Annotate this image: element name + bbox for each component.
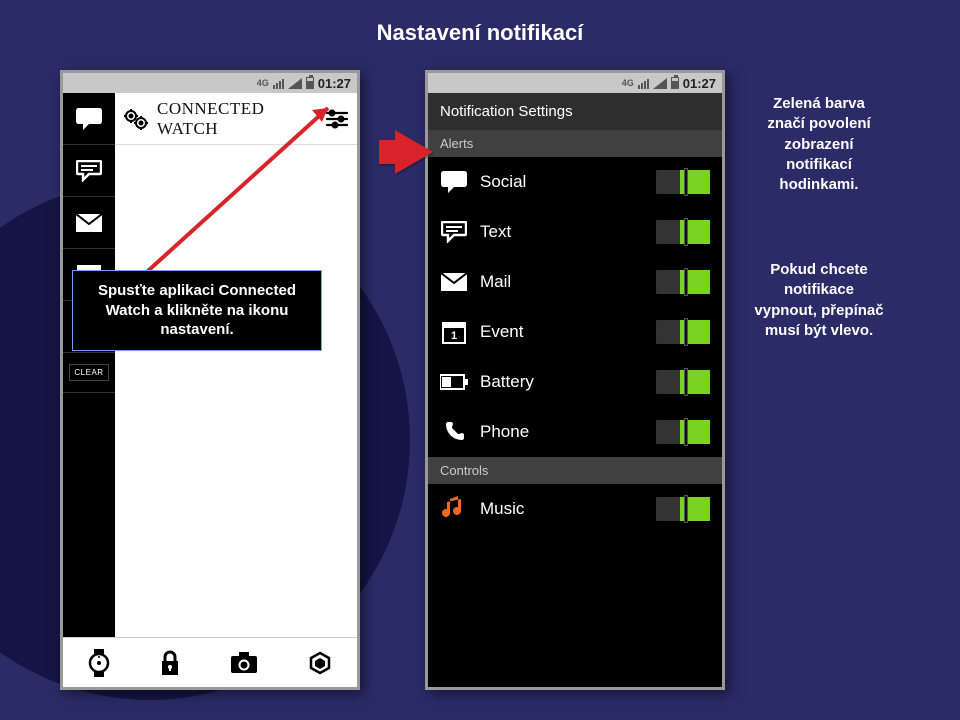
row-battery: Battery <box>428 357 722 407</box>
mail-icon <box>440 273 468 291</box>
phone-connected-watch: 4G 01:27 1 <box>60 70 360 690</box>
phone-icon <box>440 420 468 444</box>
sidebar-item-text[interactable] <box>63 145 115 197</box>
wifi-icon <box>653 78 667 89</box>
note-green-on: Zelená barva značí povolení zobrazení no… <box>754 94 884 195</box>
toggle-event[interactable] <box>656 320 710 344</box>
sidebar-item-mail[interactable] <box>63 197 115 249</box>
row-mail: Mail <box>428 257 722 307</box>
row-text: Text <box>428 207 722 257</box>
note-switch-off: Pokud chcete notifikace vypnout, přepína… <box>754 260 884 341</box>
row-label: Mail <box>480 272 644 292</box>
row-label: Battery <box>480 372 644 392</box>
clock: 01:27 <box>683 76 716 91</box>
battery-icon <box>440 374 468 390</box>
battery-status-icon <box>671 77 679 89</box>
gear-icon[interactable] <box>123 108 149 130</box>
sidebar-item-social[interactable] <box>63 93 115 145</box>
camera-icon[interactable] <box>230 652 258 674</box>
chat-icon <box>76 108 102 130</box>
wifi-icon <box>288 78 302 89</box>
svg-text:1: 1 <box>451 330 457 342</box>
network-label: 4G <box>622 78 634 88</box>
toggle-text[interactable] <box>656 220 710 244</box>
toggle-phone[interactable] <box>656 420 710 444</box>
sms-icon <box>76 160 102 182</box>
clear-label: CLEAR <box>69 364 108 381</box>
screen-title: Notification Settings <box>428 93 722 130</box>
red-arrow-icon <box>395 130 433 174</box>
toggle-social[interactable] <box>656 170 710 194</box>
phone-notification-settings: 4G 01:27 Notification Settings Alerts So… <box>425 70 725 690</box>
network-label: 4G <box>257 78 269 88</box>
row-label: Event <box>480 322 644 342</box>
sidebar-clear-button[interactable]: CLEAR <box>63 353 115 393</box>
battery-status-icon <box>306 77 314 89</box>
chat-icon <box>440 171 468 193</box>
row-phone: Phone <box>428 407 722 457</box>
row-social: Social <box>428 157 722 207</box>
sidebar: 1 CLEAR <box>63 93 115 637</box>
calendar-icon: 1 <box>440 320 468 344</box>
sms-icon <box>440 221 468 243</box>
signal-icon <box>638 77 649 89</box>
app-title: CONNECTED WATCH <box>157 99 317 139</box>
watch-icon[interactable] <box>88 649 110 677</box>
page-title: Nastavení notifikací <box>0 20 960 46</box>
settings-sliders-icon[interactable] <box>325 109 349 129</box>
signal-icon <box>273 77 284 89</box>
status-bar: 4G 01:27 <box>428 73 722 93</box>
row-label: Music <box>480 499 644 519</box>
music-icon <box>440 496 468 522</box>
bottom-nav <box>63 637 357 687</box>
toggle-music[interactable] <box>656 497 710 521</box>
status-bar: 4G 01:27 <box>63 73 357 93</box>
toggle-battery[interactable] <box>656 370 710 394</box>
toggle-mail[interactable] <box>656 270 710 294</box>
row-label: Phone <box>480 422 644 442</box>
clock: 01:27 <box>318 76 351 91</box>
hex-icon[interactable] <box>308 651 332 675</box>
row-music: Music <box>428 484 722 534</box>
lock-icon[interactable] <box>160 650 180 676</box>
section-header-alerts: Alerts <box>428 130 722 157</box>
row-label: Social <box>480 172 644 192</box>
callout-open-settings: Spusťte aplikaci Connected Watch a klikn… <box>72 270 322 351</box>
section-header-controls: Controls <box>428 457 722 484</box>
mail-icon <box>76 214 102 232</box>
app-header: CONNECTED WATCH <box>115 93 357 145</box>
row-event: 1 Event <box>428 307 722 357</box>
row-label: Text <box>480 222 644 242</box>
